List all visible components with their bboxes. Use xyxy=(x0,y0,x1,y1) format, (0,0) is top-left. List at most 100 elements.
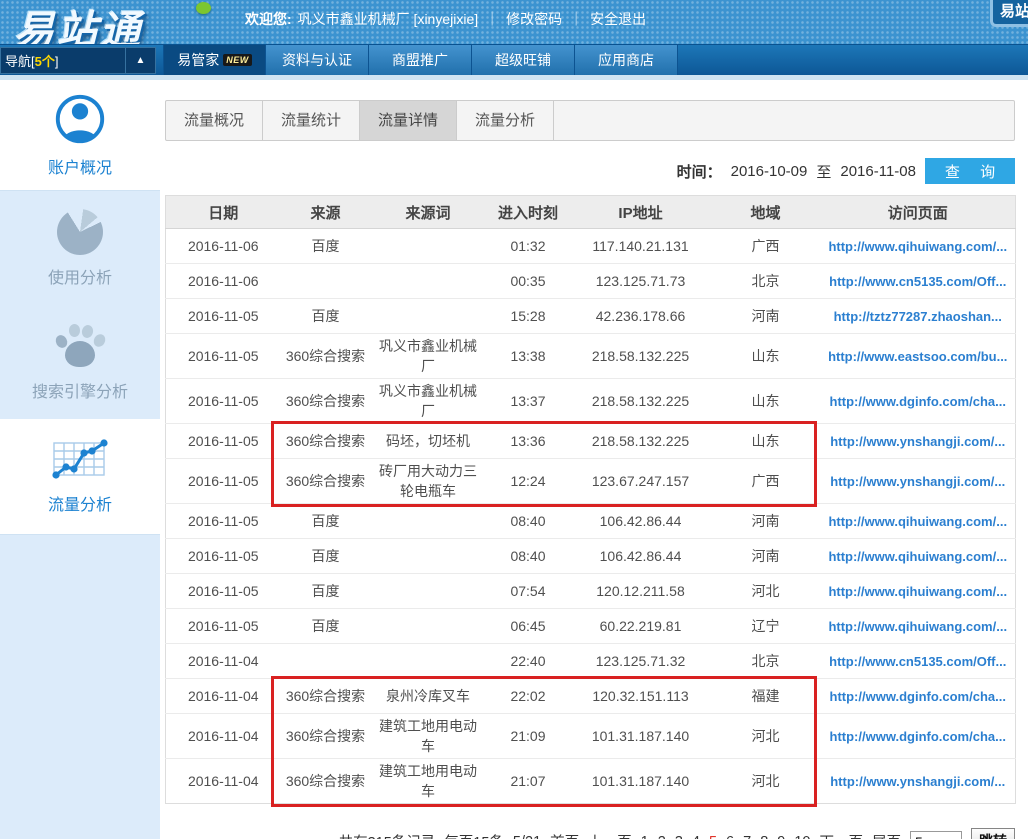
visit-page-link[interactable]: http://www.qihuiwang.com/... xyxy=(828,514,1007,529)
welcome-bar: 欢迎您:巩义市鑫业机械厂 [xinyejixie]｜修改密码｜安全退出 xyxy=(245,9,646,29)
first-page-link[interactable]: 首页 xyxy=(550,831,579,839)
table-row: 2016-11-05360综合搜索巩义市鑫业机械厂13:38218.58.132… xyxy=(166,334,1016,379)
content-tab[interactable]: 流量分析 xyxy=(457,101,554,140)
table-header-row: 日期来源来源词进入时刻IP地址地域访问页面 xyxy=(166,196,1016,229)
table-column-header: IP地址 xyxy=(571,196,711,229)
table-row: 2016-11-04360综合搜索建筑工地用电动车21:07101.31.187… xyxy=(166,759,1016,804)
page-number[interactable]: 2 xyxy=(658,834,666,839)
table-row: 2016-11-04360综合搜索泉州冷库叉车22:02120.32.151.1… xyxy=(166,679,1016,714)
visit-page-link[interactable]: http://www.ynshangji.com/... xyxy=(830,774,1005,789)
sidebar: 账户概况 使用分析 搜索引擎分析 xyxy=(0,80,160,839)
table-row: 2016-11-05百度08:40106.42.86.44河南http://ww… xyxy=(166,539,1016,574)
corner-button[interactable]: 易站通 xyxy=(990,0,1028,27)
pie-chart-icon xyxy=(57,209,103,255)
table-column-header: 地域 xyxy=(711,196,821,229)
traffic-table: 日期来源来源词进入时刻IP地址地域访问页面 2016-11-06百度01:321… xyxy=(165,195,1016,804)
logout-link[interactable]: 安全退出 xyxy=(590,11,646,27)
per-page: 每页15条 xyxy=(444,831,504,839)
visit-page-link[interactable]: http://www.qihuiwang.com/... xyxy=(828,239,1007,254)
sidebar-group: 使用分析 搜索引擎分析 xyxy=(0,190,160,419)
page-number[interactable]: 1 xyxy=(641,834,649,839)
sidebar-item-search-engine-analysis[interactable]: 搜索引擎分析 xyxy=(0,305,160,419)
visit-page-link[interactable]: http://tztz77287.zhaoshan... xyxy=(834,309,1002,324)
date-from-value[interactable]: 2016-10-09 xyxy=(731,163,808,180)
page-indicator: 5/21 xyxy=(513,834,541,839)
prev-page-link[interactable]: 上一页 xyxy=(588,831,632,839)
paw-icon xyxy=(54,323,106,369)
logo-accent-dot xyxy=(196,2,211,14)
page-numbers: 1 2 3 4 5 6 7 8 9 10 xyxy=(641,834,811,839)
main-nav-item[interactable]: 易管家NEW xyxy=(163,45,266,75)
table-row: 2016-11-0600:35123.125.71.73北京http://www… xyxy=(166,264,1016,299)
jump-page-input[interactable] xyxy=(910,831,962,839)
table-column-header: 来源词 xyxy=(371,196,486,229)
table-row: 2016-11-05360综合搜索码坯，切坯机13:36218.58.132.2… xyxy=(166,424,1016,459)
sidebar-item-label: 使用分析 xyxy=(48,264,112,288)
table-row: 2016-11-04360综合搜索建筑工地用电动车21:09101.31.187… xyxy=(166,714,1016,759)
table-row: 2016-11-05百度15:2842.236.178.66河南http://t… xyxy=(166,299,1016,334)
content-tab[interactable]: 流量统计 xyxy=(263,101,360,140)
page-number[interactable]: 9 xyxy=(777,834,785,839)
page-number[interactable]: 7 xyxy=(743,834,751,839)
search-button[interactable]: 查 询 xyxy=(925,158,1015,184)
main-nav-item[interactable]: 超级旺铺 xyxy=(472,45,575,75)
date-to-value[interactable]: 2016-11-08 xyxy=(840,163,916,180)
visit-page-link[interactable]: http://www.dginfo.com/cha... xyxy=(830,394,1006,409)
sidebar-item-label: 流量分析 xyxy=(48,491,112,515)
table-row: 2016-11-05百度06:4560.22.219.81辽宁http://ww… xyxy=(166,609,1016,644)
time-label: 时间： xyxy=(677,161,722,182)
user-icon xyxy=(54,93,106,145)
content-tabbar: 流量概况流量统计流量详情流量分析 xyxy=(165,100,1015,141)
visit-page-link[interactable]: http://www.ynshangji.com/... xyxy=(830,434,1005,449)
sidebar-item-label: 搜索引擎分析 xyxy=(32,378,128,402)
visit-page-link[interactable]: http://www.qihuiwang.com/... xyxy=(828,619,1007,634)
quick-nav-dropdown[interactable]: 导航[5个] ▲ xyxy=(0,47,156,74)
change-password-link[interactable]: 修改密码 xyxy=(506,11,562,27)
main-nav-item[interactable]: 应用商店 xyxy=(575,45,678,75)
visit-page-link[interactable]: http://www.dginfo.com/cha... xyxy=(830,689,1006,704)
visit-page-link[interactable]: http://www.cn5135.com/Off... xyxy=(829,274,1006,289)
topbar: 易站通 欢迎您:巩义市鑫业机械厂 [xinyejixie]｜修改密码｜安全退出 … xyxy=(0,0,1028,44)
visit-page-link[interactable]: http://www.dginfo.com/cha... xyxy=(830,729,1006,744)
visit-page-link[interactable]: http://www.qihuiwang.com/... xyxy=(828,584,1007,599)
content-tab[interactable]: 流量详情 xyxy=(360,101,457,140)
chevron-up-icon[interactable]: ▲ xyxy=(125,48,155,73)
new-badge: NEW xyxy=(223,54,252,66)
sidebar-item-usage-analysis[interactable]: 使用分析 xyxy=(0,191,160,305)
table-row: 2016-11-05百度08:40106.42.86.44河南http://ww… xyxy=(166,504,1016,539)
main-content: 流量概况流量统计流量详情流量分析 时间： 2016-10-09 至 2016-1… xyxy=(165,80,1015,839)
company-name: 巩义市鑫业机械厂 [xinyejixie] xyxy=(298,11,478,27)
page-number[interactable]: 3 xyxy=(675,834,683,839)
page-number[interactable]: 8 xyxy=(760,834,768,839)
visit-page-link[interactable]: http://www.ynshangji.com/... xyxy=(830,474,1005,489)
quick-nav-count: 5个 xyxy=(35,54,55,69)
table-column-header: 进入时刻 xyxy=(486,196,571,229)
sidebar-item-account-overview[interactable]: 账户概况 xyxy=(0,80,160,190)
screen: 易站通 欢迎您:巩义市鑫业机械厂 [xinyejixie]｜修改密码｜安全退出 … xyxy=(0,0,1028,839)
sidebar-item-traffic-analysis[interactable]: 流量分析 xyxy=(0,419,160,534)
page-number[interactable]: 5 xyxy=(709,834,717,839)
table-column-header: 日期 xyxy=(166,196,281,229)
jump-button[interactable]: 跳转 xyxy=(971,828,1015,839)
page-number[interactable]: 6 xyxy=(726,834,734,839)
visit-page-link[interactable]: http://www.qihuiwang.com/... xyxy=(828,549,1007,564)
pagination: 共有315条记录 每页15条 5/21 首页 上一页 1 2 3 4 5 6 7 8 9 10 下… xyxy=(165,828,1015,839)
date-filter: 时间： 2016-10-09 至 2016-11-08 查 询 xyxy=(165,157,1015,185)
table-column-header: 访问页面 xyxy=(821,196,1016,229)
table-row: 2016-11-05百度07:54120.12.211.58河北http://w… xyxy=(166,574,1016,609)
table-column-header: 来源 xyxy=(281,196,371,229)
main-nav-item[interactable]: 资料与认证 xyxy=(266,45,369,75)
total-records: 共有315条记录 xyxy=(339,831,436,839)
page-number[interactable]: 4 xyxy=(692,834,700,839)
next-page-link[interactable]: 下一页 xyxy=(820,831,864,839)
visit-page-link[interactable]: http://www.cn5135.com/Off... xyxy=(829,654,1006,669)
quick-nav-label: 导航[5个] xyxy=(1,51,125,70)
table-row: 2016-11-06百度01:32117.140.21.131广西http://… xyxy=(166,229,1016,264)
visit-page-link[interactable]: http://www.eastsoo.com/bu... xyxy=(828,349,1007,364)
last-page-link[interactable]: 尾页 xyxy=(872,831,901,839)
main-nav-items: 易管家NEW资料与认证商盟推广超级旺铺应用商店 xyxy=(163,45,678,75)
content-tab[interactable]: 流量概况 xyxy=(166,101,263,140)
page-number[interactable]: 10 xyxy=(794,834,810,839)
sidebar-item-label: 账户概况 xyxy=(48,154,112,178)
main-nav-item[interactable]: 商盟推广 xyxy=(369,45,472,75)
